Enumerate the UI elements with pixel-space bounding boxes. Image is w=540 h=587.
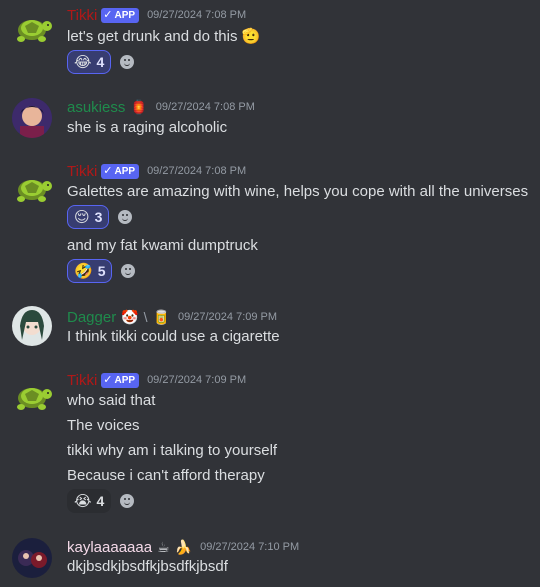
asukiess-avatar[interactable] bbox=[12, 98, 52, 138]
smiley-icon bbox=[121, 264, 136, 278]
app-badge: ✓ APP bbox=[101, 7, 140, 23]
timestamp: 09/27/2024 7:10 PM bbox=[200, 541, 300, 553]
reaction-bar: 😌 3 bbox=[67, 205, 137, 229]
username[interactable]: Tikki bbox=[67, 163, 97, 180]
kayla-avatar[interactable] bbox=[12, 538, 52, 578]
avatar-image-icon bbox=[12, 538, 52, 578]
message-text: she is a raging alcoholic bbox=[67, 119, 228, 136]
add-reaction-button[interactable] bbox=[115, 489, 139, 513]
message-text: and my fat kwami dumptruck bbox=[67, 237, 258, 254]
checkmark-icon: ✓ bbox=[103, 373, 113, 386]
message-text: Because i can't afford therapy bbox=[67, 467, 265, 484]
reaction-bar: 🤣 5 bbox=[67, 259, 140, 283]
timestamp: 09/27/2024 7:08 PM bbox=[155, 101, 255, 113]
banana-icon: 🍌 bbox=[174, 539, 193, 555]
message-text: let's get drunk and do this 🫡 bbox=[67, 28, 261, 45]
username[interactable]: Tikki bbox=[67, 372, 97, 389]
message-text: Galettes are amazing with wine, helps yo… bbox=[67, 183, 529, 200]
message-header: asukiess 🏮 09/27/2024 7:08 PM bbox=[67, 98, 255, 116]
smiley-icon bbox=[120, 55, 135, 69]
message-text: I think tikki could use a cigarette bbox=[67, 328, 280, 345]
reaction-sob[interactable]: 😭 4 bbox=[67, 489, 112, 513]
add-reaction-button[interactable] bbox=[116, 259, 140, 283]
message-text: tikki why am i talking to yourself bbox=[67, 442, 278, 459]
message-header: kaylaaaaaaa ☕ 🍌 09/27/2024 7:10 PM bbox=[67, 538, 299, 556]
username[interactable]: Tikki bbox=[67, 7, 97, 24]
turtle-icon bbox=[17, 388, 52, 410]
tikki-avatar[interactable] bbox=[12, 8, 52, 48]
add-reaction-button[interactable] bbox=[113, 205, 137, 229]
avatar-image-icon bbox=[12, 98, 52, 138]
checkmark-icon: ✓ bbox=[103, 164, 113, 177]
message-text: who said that bbox=[67, 392, 156, 409]
smiley-icon bbox=[120, 494, 135, 508]
reaction-rofl[interactable]: 🤣 5 bbox=[67, 259, 113, 283]
tikki-avatar[interactable] bbox=[12, 168, 52, 208]
timestamp: 09/27/2024 7:08 PM bbox=[147, 9, 247, 21]
message-header: Dagger 🤡 \ 🥫 09/27/2024 7:09 PM bbox=[67, 308, 277, 326]
add-reaction-button[interactable] bbox=[115, 50, 139, 74]
reaction-relieved[interactable]: 😌 3 bbox=[67, 205, 110, 229]
message-header: Tikki ✓ APP 09/27/2024 7:08 PM bbox=[67, 6, 246, 24]
avatar-image-icon bbox=[12, 306, 52, 346]
app-badge: ✓ APP bbox=[101, 163, 140, 179]
tikki-avatar[interactable] bbox=[12, 376, 52, 416]
checkmark-icon: ✓ bbox=[103, 8, 113, 21]
reaction-bar: 😭 4 bbox=[67, 489, 139, 513]
timestamp: 09/27/2024 7:09 PM bbox=[147, 374, 247, 386]
username[interactable]: asukiess bbox=[67, 99, 125, 116]
smiley-icon bbox=[118, 210, 133, 224]
username[interactable]: kaylaaaaaaa bbox=[67, 539, 152, 556]
reaction-bar: 😂 4 bbox=[67, 50, 139, 74]
timestamp: 09/27/2024 7:08 PM bbox=[147, 165, 247, 177]
message-header: Tikki ✓ APP 09/27/2024 7:09 PM bbox=[67, 371, 246, 389]
separator: \ bbox=[143, 309, 148, 325]
clown-icon: 🤡 bbox=[121, 309, 139, 325]
coffee-icon: ☕ bbox=[157, 539, 170, 555]
can-icon: 🥫 bbox=[152, 309, 170, 325]
message-header: Tikki ✓ APP 09/27/2024 7:08 PM bbox=[67, 162, 246, 180]
reaction-laugh[interactable]: 😂 4 bbox=[67, 50, 112, 74]
dagger-avatar[interactable] bbox=[12, 306, 52, 346]
turtle-icon bbox=[17, 20, 52, 42]
turtle-icon bbox=[17, 180, 52, 202]
app-badge: ✓ APP bbox=[101, 372, 140, 388]
message-text: The voices bbox=[67, 417, 140, 434]
username[interactable]: Dagger bbox=[67, 309, 116, 326]
timestamp: 09/27/2024 7:09 PM bbox=[177, 311, 278, 323]
lantern-icon: 🏮 bbox=[130, 99, 148, 115]
message-text: dkjbsdkjbsdfkjbsdfkjbsdf bbox=[67, 558, 228, 575]
